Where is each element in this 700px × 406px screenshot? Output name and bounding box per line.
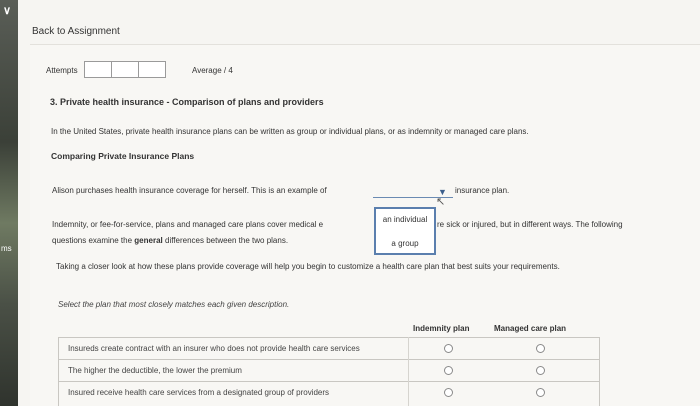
radio-indemnity[interactable]	[444, 366, 453, 375]
average-label: Average / 4	[192, 66, 233, 75]
indemnity-line2-bold: general	[134, 236, 163, 245]
table-row: Insured receive health care services fro…	[58, 381, 600, 403]
section-title: Comparing Private Insurance Plans	[51, 151, 195, 161]
radio-managed-care[interactable]	[536, 388, 545, 397]
sidebar-label: ms	[1, 244, 12, 253]
indemnity-text-line1: Indemnity, or fee-for-service, plans and…	[52, 220, 324, 229]
indemnity-line2-post: differences between the two plans.	[165, 236, 289, 245]
indemnity-text-line1-end: re sick or injured, but in different way…	[437, 220, 623, 229]
attempts-label: Attempts	[46, 66, 78, 75]
taking-closer-look-text: Taking a closer look at how these plans …	[56, 262, 560, 271]
column-header-indemnity: Indemnity plan	[413, 324, 470, 333]
attempt-box	[138, 61, 166, 78]
radio-managed-care[interactable]	[536, 344, 545, 353]
indemnity-line2-pre: questions examine the	[52, 236, 133, 245]
chevron-down-icon[interactable]: ∨	[3, 4, 11, 17]
row-description: Insureds create contract with an insurer…	[68, 344, 360, 353]
attempt-boxes	[84, 61, 166, 78]
dropdown-option-individual[interactable]: an individual	[376, 215, 434, 224]
row-description: The higher the deductible, the lower the…	[68, 366, 242, 375]
assignment-page: Back to Assignment Attempts Average / 4 …	[18, 0, 700, 406]
select-instruction: Select the plan that most closely matche…	[58, 300, 290, 309]
mouse-cursor-icon: ↖	[436, 196, 446, 208]
table-column-divider	[408, 337, 409, 406]
radio-indemnity[interactable]	[444, 344, 453, 353]
table-row: Insureds create contract with an insurer…	[58, 337, 600, 359]
attempt-box	[111, 61, 139, 78]
attempt-box	[84, 61, 112, 78]
column-header-managed-care: Managed care plan	[494, 324, 567, 333]
radio-managed-care[interactable]	[536, 366, 545, 375]
left-sidebar-strip: ∨ ms	[0, 0, 18, 406]
row-description: Insured receive health care services fro…	[68, 388, 330, 397]
indemnity-text-line2: questions examine the general difference…	[52, 236, 288, 245]
question-intro: In the United States, private health ins…	[51, 127, 529, 136]
table-right-border	[599, 337, 600, 406]
radio-indemnity[interactable]	[444, 388, 453, 397]
table-left-border	[58, 337, 59, 406]
plan-matching-table: Indemnity plan Managed care plan Insured…	[58, 318, 600, 406]
alison-statement: Alison purchases health insurance covera…	[52, 186, 327, 195]
back-to-assignment-link[interactable]: Back to Assignment	[32, 26, 120, 37]
question-title: 3. Private health insurance - Comparison…	[50, 97, 324, 107]
alison-statement-suffix: insurance plan.	[455, 186, 510, 195]
table-row: The higher the deductible, the lower the…	[58, 359, 600, 381]
dropdown-option-group[interactable]: a group	[376, 239, 434, 248]
dropdown-menu: an individual a group	[374, 207, 436, 255]
